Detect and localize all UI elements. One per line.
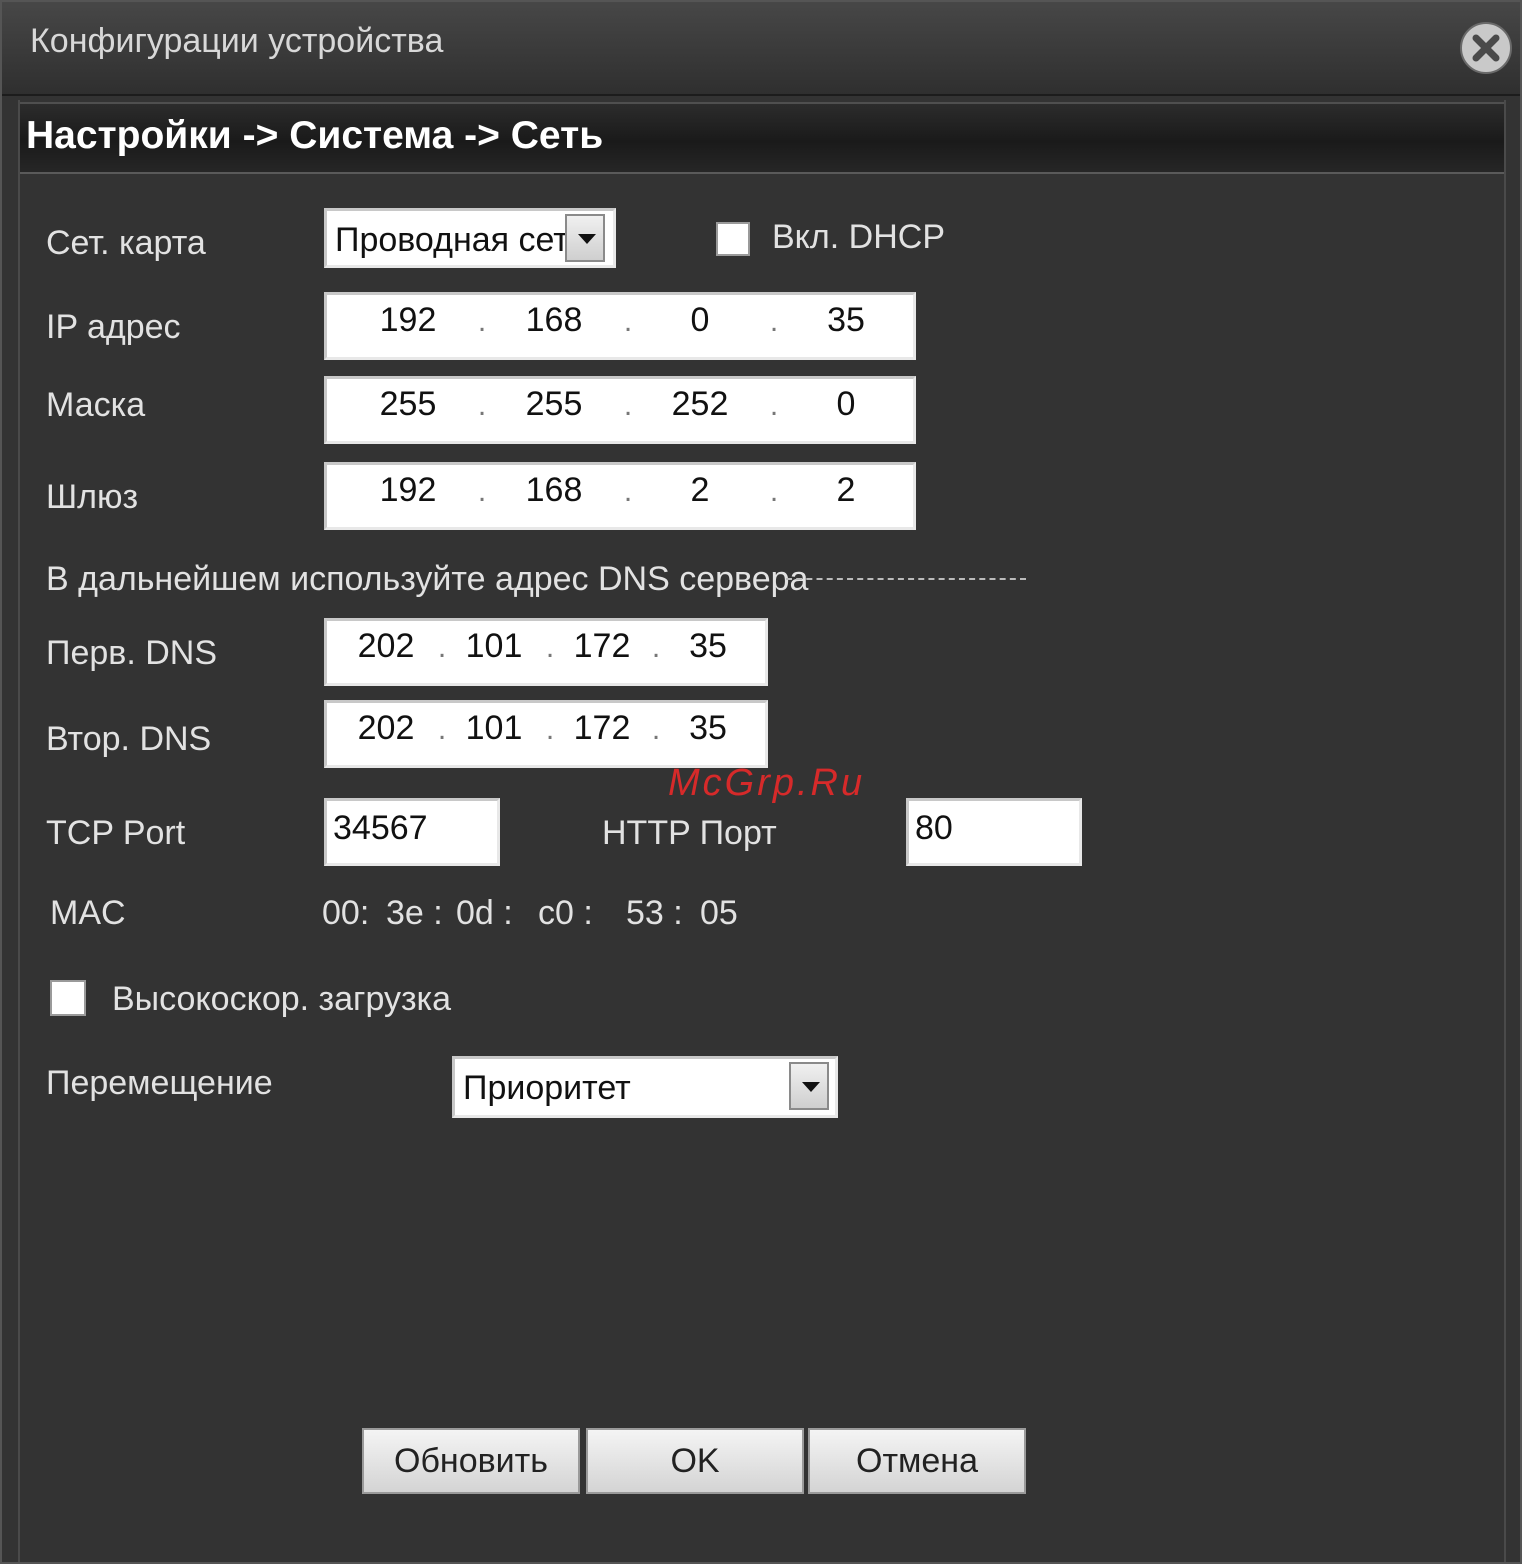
- chevron-down-icon[interactable]: [565, 214, 605, 262]
- mac-part-2: 3e :: [386, 894, 443, 932]
- ip-octet-4[interactable]: 35: [811, 301, 881, 340]
- net-card-select[interactable]: Проводная сет: [324, 208, 616, 268]
- dns2-separator: .: [437, 713, 447, 746]
- dns1-separator: .: [437, 631, 447, 664]
- dns1-separator: .: [545, 631, 555, 664]
- http-port-value: 80: [915, 809, 953, 847]
- ip-label: IP адрес: [46, 308, 181, 346]
- dns2-separator: .: [545, 713, 555, 746]
- mac-part-3: 0d :: [456, 894, 513, 932]
- dns2-label: Втор. DNS: [46, 720, 212, 758]
- high-speed-checkbox[interactable]: [50, 980, 86, 1016]
- high-speed-label: Высокоскор. загрузка: [112, 980, 452, 1018]
- dns1-separator: .: [651, 631, 661, 664]
- watermark: McGrp.Ru: [668, 762, 866, 804]
- dns1-octet-2[interactable]: 101: [459, 627, 529, 666]
- dns1-octet-1[interactable]: 202: [351, 627, 421, 666]
- ip-separator: .: [623, 305, 633, 338]
- dns2-separator: .: [651, 713, 661, 746]
- dns1-octet-3[interactable]: 172: [567, 627, 637, 666]
- dns2-field[interactable]: 202 . 101 . 172 . 35: [324, 700, 768, 768]
- dns2-octet-2[interactable]: 101: [459, 709, 529, 748]
- gateway-octet-4[interactable]: 2: [811, 471, 881, 510]
- gateway-octet-2[interactable]: 168: [519, 471, 589, 510]
- http-port-input[interactable]: 80: [906, 798, 1082, 866]
- gateway-octet-1[interactable]: 192: [373, 471, 443, 510]
- gateway-field[interactable]: 192 . 168 . 2 . 2: [324, 462, 916, 530]
- mask-octet-3[interactable]: 252: [665, 385, 735, 424]
- dhcp-label: Вкл. DHCP: [772, 218, 946, 256]
- net-card-label: Сет. карта: [46, 224, 206, 262]
- tcp-port-input[interactable]: 34567: [324, 798, 500, 866]
- dns2-octet-3[interactable]: 172: [567, 709, 637, 748]
- refresh-button[interactable]: Обновить: [362, 1428, 580, 1494]
- breadcrumb-text: Настройки -> Система -> Сеть: [26, 114, 604, 157]
- dns-section-label: В дальнейшем используйте адрес DNS серве…: [46, 560, 809, 598]
- dns1-octet-4[interactable]: 35: [673, 627, 743, 666]
- cancel-button[interactable]: Отмена: [808, 1428, 1026, 1494]
- net-card-value: Проводная сет: [335, 221, 569, 259]
- mac-part-1: 00:: [322, 894, 370, 932]
- ip-octet-2[interactable]: 168: [519, 301, 589, 340]
- dns1-field[interactable]: 202 . 101 . 172 . 35: [324, 618, 768, 686]
- gateway-separator: .: [477, 475, 487, 508]
- dns2-octet-4[interactable]: 35: [673, 709, 743, 748]
- ip-separator: .: [769, 305, 779, 338]
- mask-field[interactable]: 255 . 255 . 252 . 0: [324, 376, 916, 444]
- window-title: Конфигурации устройства: [30, 22, 444, 60]
- transfer-select[interactable]: Приоритет: [452, 1056, 838, 1118]
- gateway-separator: .: [769, 475, 779, 508]
- gateway-label: Шлюз: [46, 478, 139, 516]
- mask-separator: .: [623, 389, 633, 422]
- mask-octet-4[interactable]: 0: [811, 385, 881, 424]
- transfer-value: Приоритет: [463, 1069, 631, 1107]
- title-bar: Конфигурации устройства: [2, 2, 1520, 96]
- breadcrumb: Настройки -> Система -> Сеть: [20, 102, 1504, 174]
- dhcp-checkbox[interactable]: [716, 222, 750, 256]
- mask-separator: .: [477, 389, 487, 422]
- ip-octet-3[interactable]: 0: [665, 301, 735, 340]
- dns1-label: Перв. DNS: [46, 634, 217, 672]
- http-port-label: HTTP Порт: [602, 814, 777, 852]
- close-button[interactable]: [1460, 22, 1512, 74]
- ok-button[interactable]: OK: [586, 1428, 804, 1494]
- mac-part-4: c0 :: [538, 894, 593, 932]
- mask-octet-1[interactable]: 255: [373, 385, 443, 424]
- section-divider: [786, 578, 1026, 580]
- ip-octet-1[interactable]: 192: [373, 301, 443, 340]
- mask-separator: .: [769, 389, 779, 422]
- mask-octet-2[interactable]: 255: [519, 385, 589, 424]
- mac-part-5: 53 :: [626, 894, 683, 932]
- transfer-label: Перемещение: [46, 1064, 273, 1102]
- tcp-port-label: TCP Port: [46, 814, 186, 852]
- ip-separator: .: [477, 305, 487, 338]
- tcp-port-value: 34567: [333, 809, 428, 847]
- dns2-octet-1[interactable]: 202: [351, 709, 421, 748]
- mac-part-6: 05: [700, 894, 738, 932]
- mask-label: Маска: [46, 386, 146, 424]
- chevron-down-icon[interactable]: [789, 1062, 829, 1110]
- mac-label: MAC: [50, 894, 126, 932]
- ip-field[interactable]: 192 . 168 . 0 . 35: [324, 292, 916, 360]
- gateway-separator: .: [623, 475, 633, 508]
- gateway-octet-3[interactable]: 2: [665, 471, 735, 510]
